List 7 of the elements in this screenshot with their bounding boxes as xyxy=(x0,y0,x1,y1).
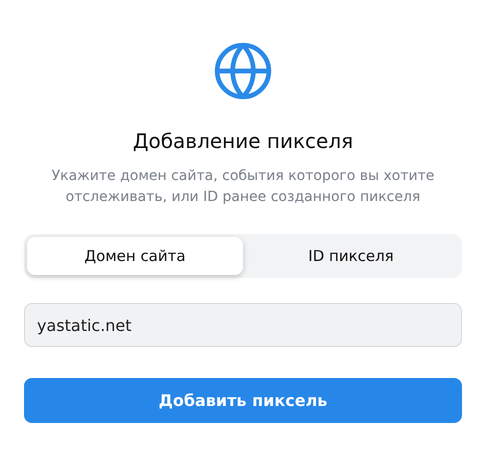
add-pixel-button[interactable]: Добавить пиксель xyxy=(24,378,462,423)
segment-tab[interactable]: ID пикселя xyxy=(243,237,459,275)
globe-icon xyxy=(212,40,274,102)
dialog-title: Добавление пикселя xyxy=(132,128,354,155)
domain-input-field[interactable]: yastatic.net xyxy=(24,303,462,347)
segment-tab[interactable]: Домен сайта xyxy=(27,237,243,275)
dialog-description: Укажите домен сайта, события которого вы хотите отслеживать, или ID ранее созданного пикселя xyxy=(50,167,436,207)
